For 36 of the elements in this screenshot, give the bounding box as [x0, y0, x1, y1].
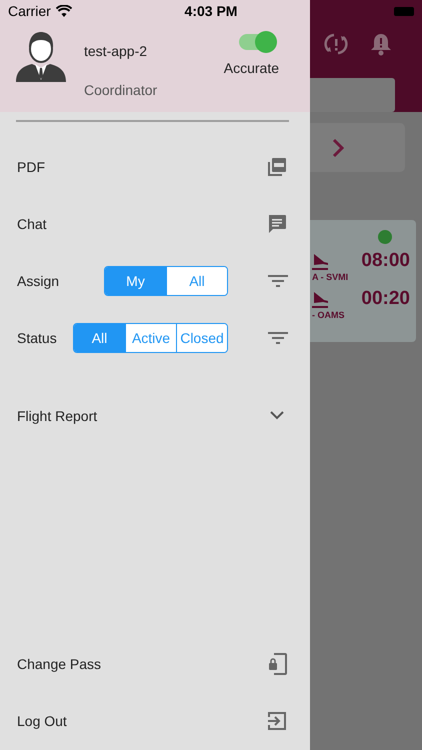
phone-lock-icon — [268, 652, 288, 676]
plane-icon — [312, 290, 328, 308]
filter-label: Status — [17, 330, 57, 346]
menu-item[interactable]: PDF — [17, 158, 45, 174]
chat-icon — [266, 212, 288, 234]
pdf-icon — [266, 156, 288, 178]
carrier-label: Carrier — [8, 3, 51, 19]
menu-item[interactable]: Flight Report — [17, 408, 98, 424]
search-field[interactable] — [310, 78, 395, 112]
menu-item[interactable]: Change Pass — [17, 656, 102, 672]
route-text: A - SVMI — [312, 272, 350, 282]
menu-item[interactable]: Log Out — [17, 713, 67, 729]
bell-icon[interactable] — [370, 32, 392, 56]
segment-option[interactable]: My — [105, 266, 166, 294]
chevron-icon[interactable] — [270, 411, 284, 420]
flight-time: 00:20 — [360, 288, 410, 310]
toggle-switch[interactable] — [239, 34, 276, 50]
logout-icon — [266, 710, 288, 732]
filter-label: Assign — [17, 272, 60, 288]
segment-option[interactable]: Closed — [176, 324, 227, 352]
refresh-icon[interactable] — [324, 32, 348, 56]
segment-option[interactable]: All — [74, 324, 125, 352]
wifi-icon — [56, 5, 72, 17]
menu-item[interactable]: Chat — [17, 216, 47, 232]
avatar-icon — [16, 30, 66, 82]
segment-option[interactable]: All — [166, 266, 227, 294]
status-time: 4:03 PM — [184, 3, 238, 19]
user-name: test-app-2 — [84, 43, 148, 59]
flight-time: 08:00 — [360, 250, 410, 272]
user-role: Coordinator — [84, 82, 158, 98]
flight-card[interactable]: 08:00 A - SVMI 00:20 - OAMS — [310, 220, 416, 342]
plane-icon — [312, 252, 328, 270]
route-text: - OAMS — [312, 310, 346, 320]
filter-icon[interactable] — [268, 330, 288, 344]
filter-icon[interactable] — [268, 274, 288, 288]
toggle-label: Accurate — [224, 60, 279, 76]
